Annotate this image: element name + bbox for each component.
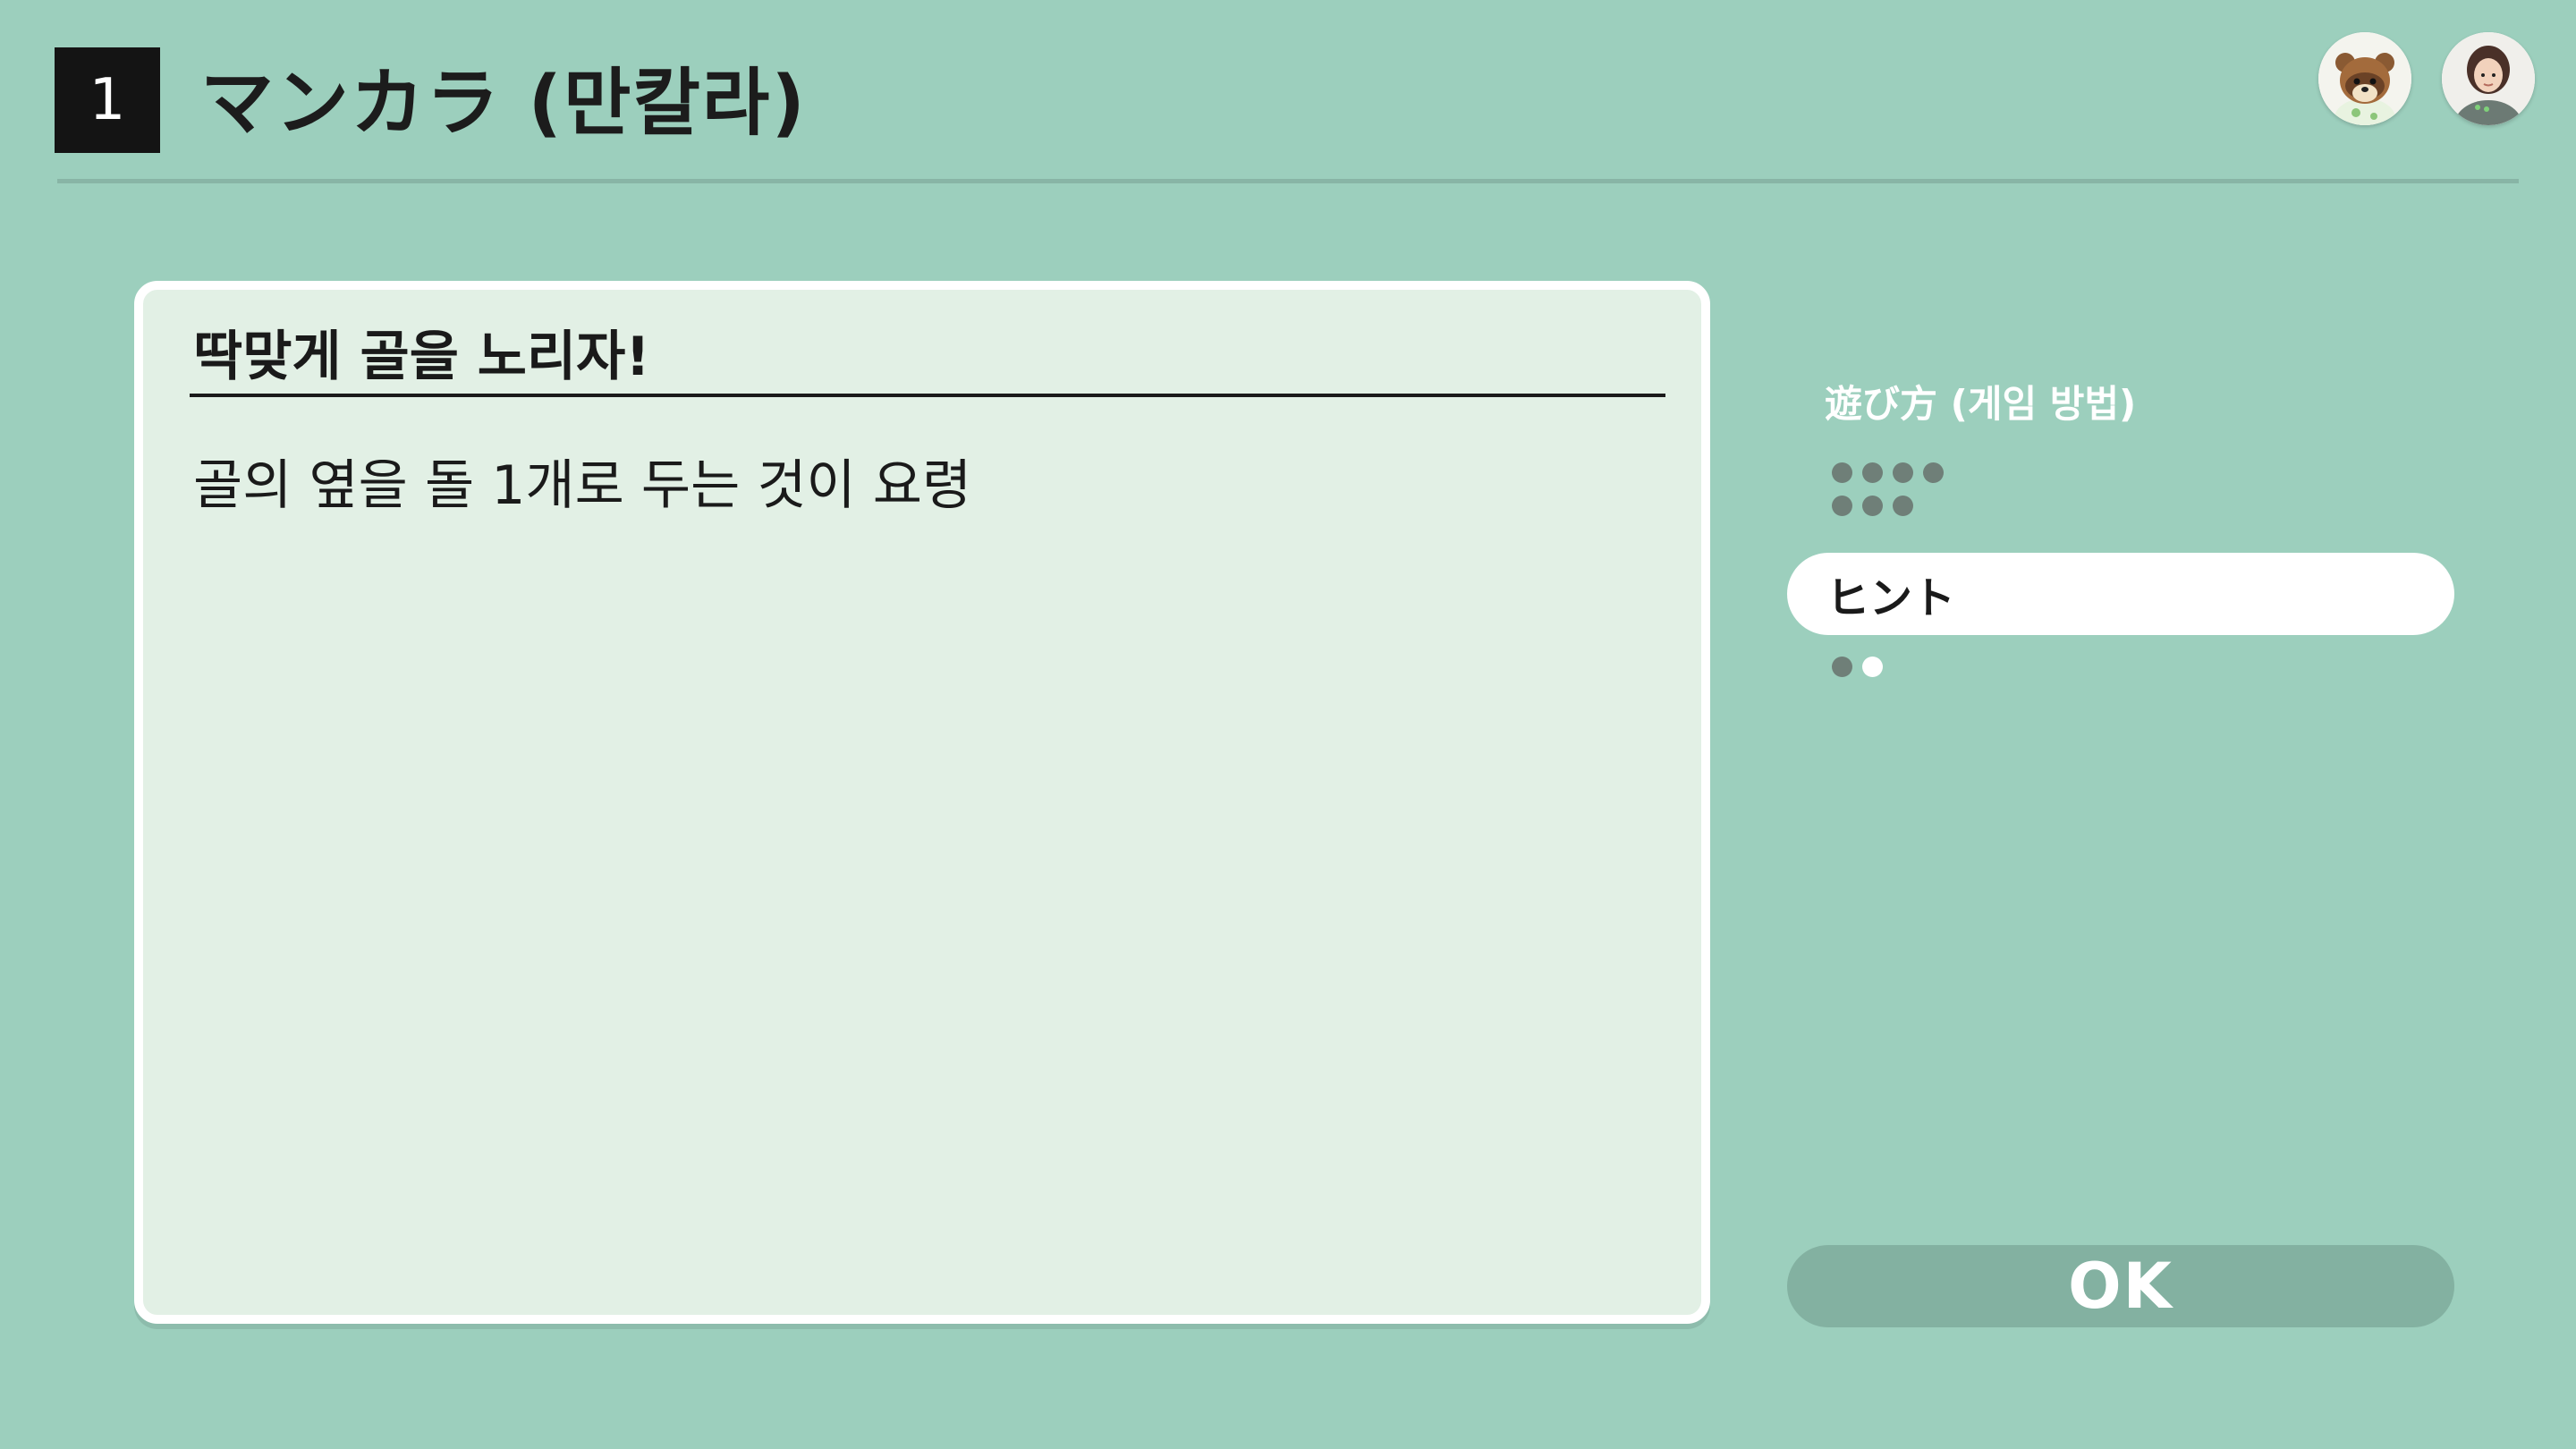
page-dot xyxy=(1832,462,1852,483)
page-dot xyxy=(1893,496,1913,516)
how-to-play-page-dots xyxy=(1832,462,1957,529)
menu-item-hint-label: ヒント xyxy=(1826,573,1956,623)
page-dot xyxy=(1862,657,1883,677)
page-dot xyxy=(1893,462,1913,483)
page-dot xyxy=(1923,462,1944,483)
page-dot xyxy=(1862,496,1883,516)
hint-page-dots xyxy=(1832,657,1903,690)
card-title-divider xyxy=(190,394,1665,397)
header-divider xyxy=(57,179,2519,183)
ok-button-label: OK xyxy=(2068,1250,2174,1323)
page-dot xyxy=(1832,496,1852,516)
page-number-badge: 1 xyxy=(55,47,160,153)
menu-item-hint[interactable]: ヒント xyxy=(1787,553,2454,635)
player-portrait-icon[interactable] xyxy=(2442,32,2535,125)
page-dot xyxy=(1832,657,1852,677)
card-body-text: 골의 옆을 돌 1개로 두는 것이 요령 xyxy=(193,454,972,517)
ok-button[interactable]: OK xyxy=(1787,1245,2454,1327)
page-title: マンカラ (만칼라) xyxy=(200,61,807,146)
menu-item-how-to-play[interactable]: 遊び方 (게임 방법) xyxy=(1825,374,2136,428)
hint-card: 딱맞게 골을 노리자! 골의 옆을 돌 1개로 두는 것이 요령 xyxy=(134,281,1710,1324)
card-title: 딱맞게 골을 노리자! xyxy=(193,326,650,388)
raccoon-character-icon[interactable] xyxy=(2318,32,2411,125)
page-dot xyxy=(1862,462,1883,483)
